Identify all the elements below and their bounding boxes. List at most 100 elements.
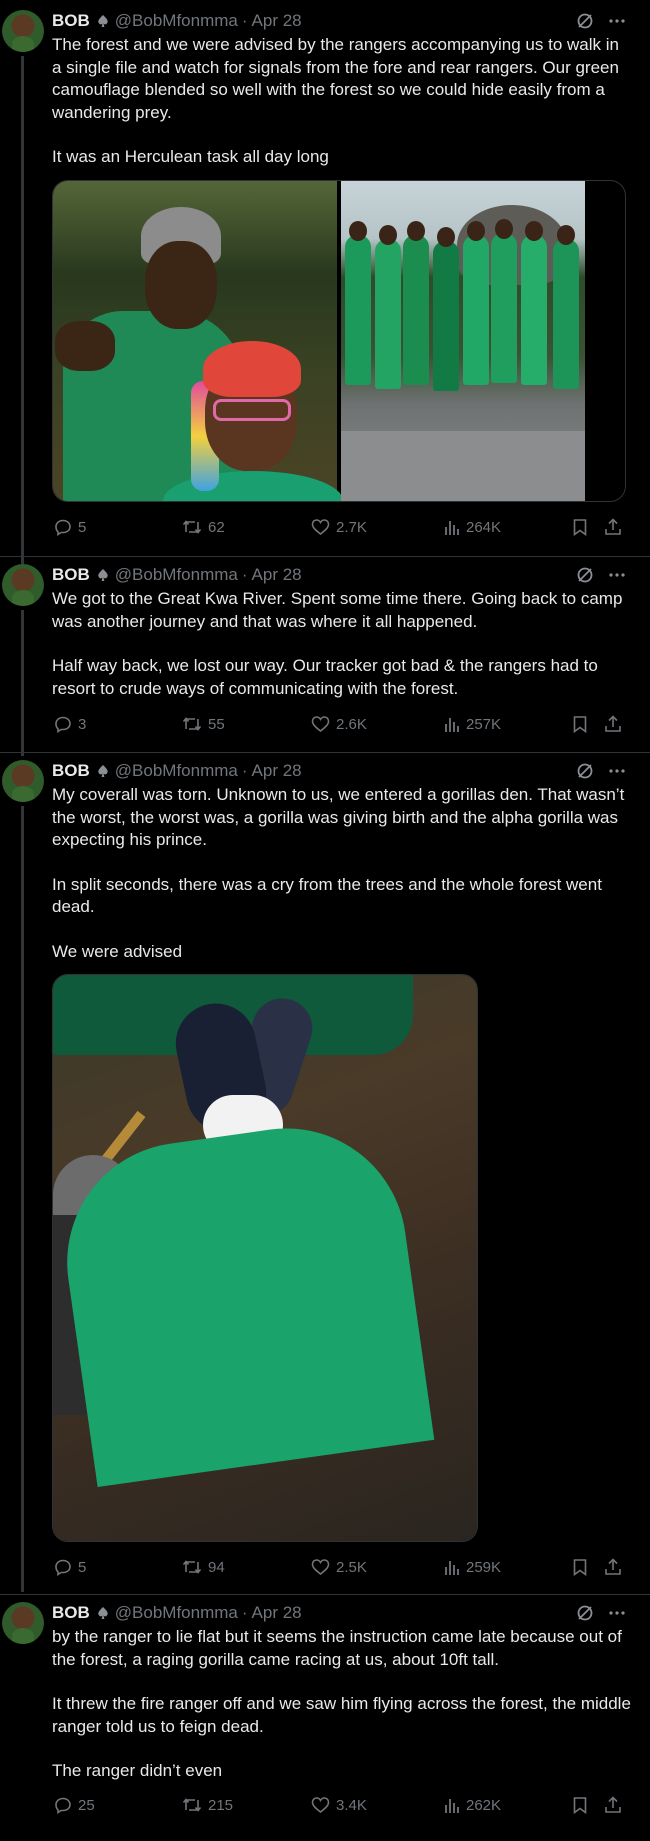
photo-feet[interactable] [53,975,477,1541]
share-icon [605,1558,621,1575]
views-count: 262K [466,1796,502,1814]
bookmark-button[interactable] [572,1796,588,1814]
tweet-paragraph: We got to the Great Kwa River. Spent som… [52,589,623,631]
reply-button[interactable]: 5 [54,518,86,536]
separator-dot: · [241,1603,248,1622]
repost-count: 94 [208,1558,225,1576]
tweet-date[interactable]: Apr 28 [252,1603,302,1623]
avatar[interactable] [2,10,44,52]
reply-count: 5 [78,1558,87,1576]
repost-icon [182,1560,202,1574]
avatar[interactable] [2,1602,44,1644]
like-button[interactable]: 2.5K [311,1558,367,1576]
thread-line [21,610,24,756]
grok-icon[interactable] [576,1604,594,1622]
bookmark-button[interactable] [572,715,588,733]
views-button[interactable]: 259K [444,1558,501,1576]
reply-icon [55,1559,71,1576]
more-icon[interactable] [608,12,626,30]
views-icon [445,1799,459,1813]
views-button[interactable]: 264K [444,518,501,536]
views-count: 257K [466,715,502,733]
reply-button[interactable]: 5 [54,1558,86,1576]
tweet-date[interactable]: Apr 28 [252,761,302,781]
tweet-date[interactable]: Apr 28 [252,565,302,585]
author-handle[interactable]: @BobMfonmma [115,1603,238,1623]
repost-button[interactable]: 55 [182,715,225,733]
reply-button[interactable]: 3 [54,715,86,733]
share-button[interactable] [604,715,622,733]
tweet-text: My coverall was torn. Unknown to us, we … [52,784,632,963]
reply-icon [55,716,71,733]
tweet[interactable]: BOB @BobMfonmma · Apr 28 The forest and … [0,0,650,564]
tweet[interactable]: BOB @BobMfonmma · Apr 28 My coverall was… [0,752,650,1592]
more-icon[interactable] [608,1604,626,1622]
grok-icon[interactable] [576,12,594,30]
tweet[interactable]: BOB @BobMfonmma · Apr 28 by the ranger t… [0,1594,650,1841]
like-icon [311,716,330,733]
share-icon [605,518,621,535]
thread-line [21,806,24,1592]
author-handle[interactable]: @BobMfonmma [115,761,238,781]
photo-group[interactable] [341,181,585,501]
tweet-paragraph: by the ranger to lie flat but it seems t… [52,1627,622,1669]
like-button[interactable]: 2.7K [311,518,367,536]
spade-badge-icon [98,15,108,27]
bookmark-icon [573,519,587,536]
tweet-text: by the ranger to lie flat but it seems t… [52,1626,632,1783]
repost-icon [182,1798,202,1812]
author-handle[interactable]: @BobMfonmma [115,565,238,585]
views-button[interactable]: 257K [444,715,501,733]
repost-button[interactable]: 215 [182,1796,233,1814]
bookmark-icon [573,1559,587,1576]
tweet-paragraph: My coverall was torn. Unknown to us, we … [52,785,625,849]
avatar[interactable] [2,760,44,802]
author-name[interactable]: BOB [52,565,90,585]
thread-line [21,56,24,564]
share-button[interactable] [604,518,622,536]
views-count: 259K [466,1558,502,1576]
author-name[interactable]: BOB [52,761,90,781]
reply-count: 3 [78,715,87,733]
more-icon[interactable] [608,762,626,780]
separator-dot: · [241,11,248,30]
tweet[interactable]: BOB @BobMfonmma · Apr 28 We got to the G… [0,556,650,756]
tweet-media[interactable] [52,180,626,502]
tweet-paragraph: The forest and we were advised by the ra… [52,35,619,122]
repost-button[interactable]: 94 [182,1558,225,1576]
grok-icon[interactable] [576,762,594,780]
share-icon [605,715,621,732]
bookmark-button[interactable] [572,1558,588,1576]
tweet-text: The forest and we were advised by the ra… [52,34,632,169]
like-count: 2.5K [336,1558,367,1576]
repost-count: 55 [208,715,225,733]
like-button[interactable]: 2.6K [311,715,367,733]
tweet-date[interactable]: Apr 28 [252,11,302,31]
tweet-media[interactable] [52,974,478,1542]
bookmark-icon [573,1797,587,1814]
tweet-paragraph: In split seconds, there was a cry from t… [52,874,602,917]
more-icon[interactable] [608,566,626,584]
author-handle[interactable]: @BobMfonmma [115,11,238,31]
reply-button[interactable]: 25 [54,1796,95,1814]
like-button[interactable]: 3.4K [311,1796,367,1814]
bookmark-icon [573,716,587,733]
views-icon [445,718,459,732]
bookmark-button[interactable] [572,518,588,536]
photo-selfie[interactable] [53,181,343,501]
share-button[interactable] [604,1796,622,1814]
author-name[interactable]: BOB [52,11,90,31]
spade-badge-icon [98,569,108,581]
tweet-paragraph: It threw the fire ranger off and we saw … [52,1694,631,1736]
reply-count: 5 [78,518,87,536]
repost-button[interactable]: 62 [182,518,225,536]
share-button[interactable] [604,1558,622,1576]
like-count: 3.4K [336,1796,367,1814]
like-count: 2.7K [336,518,367,536]
author-name[interactable]: BOB [52,1603,90,1623]
avatar[interactable] [2,564,44,606]
grok-icon[interactable] [576,566,594,584]
tweet-paragraph: It was an Herculean task all day long [52,147,329,166]
repost-count: 62 [208,518,225,536]
views-button[interactable]: 262K [444,1796,501,1814]
